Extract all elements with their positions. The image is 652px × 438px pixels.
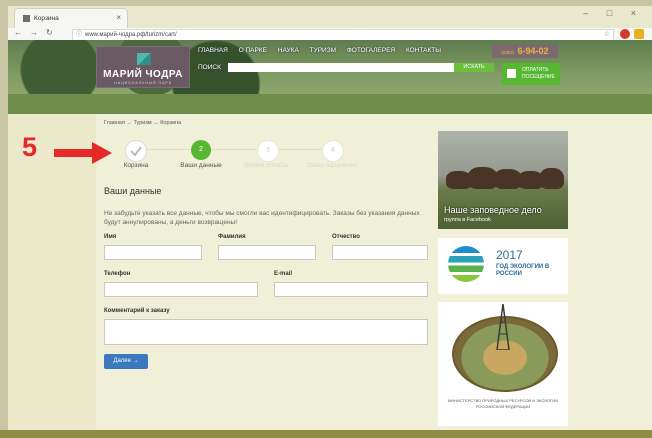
ministry-banner[interactable]: МИНИСТЕРСТВО ПРИРОДНЫХ РЕСУРСОВ И ЭКОЛОГ… [438,302,568,426]
main-nav: ГЛАВНАЯ О ПАРКЕ НАУКА ТУРИЗМ ФОТОГАЛЕРЕЯ… [198,47,450,54]
step-payment[interactable]: 3 [257,140,279,162]
bottom-strip [0,430,652,438]
phone-prefix: (8362) [501,50,515,55]
patronymic-input[interactable] [332,245,428,260]
last-name-label: Фамилия [218,234,246,240]
email-label: E-mail [274,271,293,277]
window-controls[interactable]: – □ × [583,8,644,18]
site-logo[interactable]: МАРИЙ ЧОДРА НАЦИОНАЛЬНЫЙ ПАРК [96,46,190,88]
facebook-banner-subtitle: группа в Facebook [444,217,491,223]
header-meadow-image [8,94,652,114]
bookmark-star-icon[interactable]: ☆ [604,30,610,40]
oil-rig-icon [496,304,510,350]
logo-subtitle: НАЦИОНАЛЬНЫЙ ПАРК [114,81,172,85]
search-button[interactable]: ИСКАТЬ [454,63,494,72]
page-info-icon[interactable]: ⓘ [76,30,82,40]
phone-input[interactable] [104,282,258,297]
annotation-number: 5 [22,132,38,162]
step-cart[interactable] [125,140,147,162]
step-your-data[interactable]: 2 [191,140,211,160]
ecology-globe-icon [448,246,484,282]
browser-tab[interactable]: Корзина × [14,8,128,29]
tab-favicon-icon [23,15,30,22]
step-your-data-label: Ваши данные [180,162,222,169]
check-icon [130,146,142,157]
site-header: МАРИЙ ЧОДРА НАЦИОНАЛЬНЫЙ ПАРК ГЛАВНАЯ О … [8,40,652,114]
facebook-banner-title: Наше заповедное дело [444,205,542,215]
browser-toolbar: ← → ↻ ⓘ www.марий-чодра.рф/turizm/cart/ … [8,28,652,41]
tab-title: Корзина [34,15,59,22]
site-search-input[interactable] [228,63,454,72]
step-cart-label: Корзина [123,162,149,169]
nav-item-home[interactable]: ГЛАВНАЯ [198,47,228,54]
breadcrumb[interactable]: Главная → Туризм → Корзина [104,120,181,126]
step-connector [210,149,256,150]
form-warning: Не забудьте указать все данные, чтобы мы… [104,210,420,226]
logo-emblem-icon [137,53,151,65]
logo-text: МАРИЙ ЧОДРА [103,69,183,80]
address-url: www.марий-чодра.рф/turizm/cart/ [85,32,177,38]
step-order-complete-label: Заказ оформлен [306,162,358,169]
back-arrow-icon[interactable]: ← [14,28,22,37]
nav-item-tourism[interactable]: ТУРИЗМ [310,47,336,54]
ecology-year-banner[interactable]: 2017 ГОД ЭКОЛОГИИ В РОССИИ [438,238,568,294]
phone-label: Телефон [104,271,131,277]
email-input[interactable] [274,282,428,297]
ecology-year-text: ГОД ЭКОЛОГИИ В РОССИИ [496,264,550,277]
search-label: ПОИСК [198,64,221,71]
last-name-input[interactable] [218,245,316,260]
comment-textarea[interactable] [104,319,428,345]
browser-tab-bar: Корзина × – □ × [8,6,652,29]
phone-number: (8362) 6-94-02 [492,44,558,58]
reload-icon[interactable]: ↻ [46,28,53,37]
first-name-input[interactable] [104,245,202,260]
nav-item-about[interactable]: О ПАРКЕ [239,47,267,54]
pay-visit-label: ОПЛАТИТЬ ПОСЕЩЕНИЕ [522,67,555,80]
screenshot-frame: Корзина × – □ × ← → ↻ ⓘ www.марий-чодра.… [0,0,652,438]
patronymic-label: Отчество [332,234,360,240]
nav-item-gallery[interactable]: ФОТОГАЛЕРЕЯ [347,47,395,54]
form-heading: Ваши данные [104,186,162,196]
ecology-year: 2017 [496,248,523,262]
facebook-group-banner[interactable]: Наше заповедное дело группа в Facebook [438,131,568,229]
step-order-complete[interactable]: 4 [322,140,344,162]
next-button[interactable]: Далее → [104,354,148,369]
bison-image [540,168,564,189]
page-content: Главная → Туризм → Корзина 5 Корзина 2 В… [8,114,652,430]
phone-value: 6-94-02 [517,46,549,56]
annotation-arrow-icon [54,142,112,164]
first-name-label: Имя [104,234,117,240]
extension-yellow-icon[interactable] [634,29,644,39]
nav-item-science[interactable]: НАУКА [278,47,299,54]
tab-close-icon[interactable]: × [116,13,121,22]
ministry-text: МИНИСТЕРСТВО ПРИРОДНЫХ РЕСУРСОВ И ЭКОЛОГ… [447,398,559,409]
wallet-icon [507,69,516,78]
step-payment-label: Форма оплаты [243,162,289,169]
step-connector [276,149,322,150]
pay-visit-button[interactable]: ОПЛАТИТЬ ПОСЕЩЕНИЕ [502,63,560,85]
extension-red-icon[interactable] [620,29,630,39]
comment-label: Комментарий к заказу [104,308,170,314]
nav-item-contacts[interactable]: КОНТАКТЫ [406,47,441,54]
forward-arrow-icon[interactable]: → [30,28,38,37]
